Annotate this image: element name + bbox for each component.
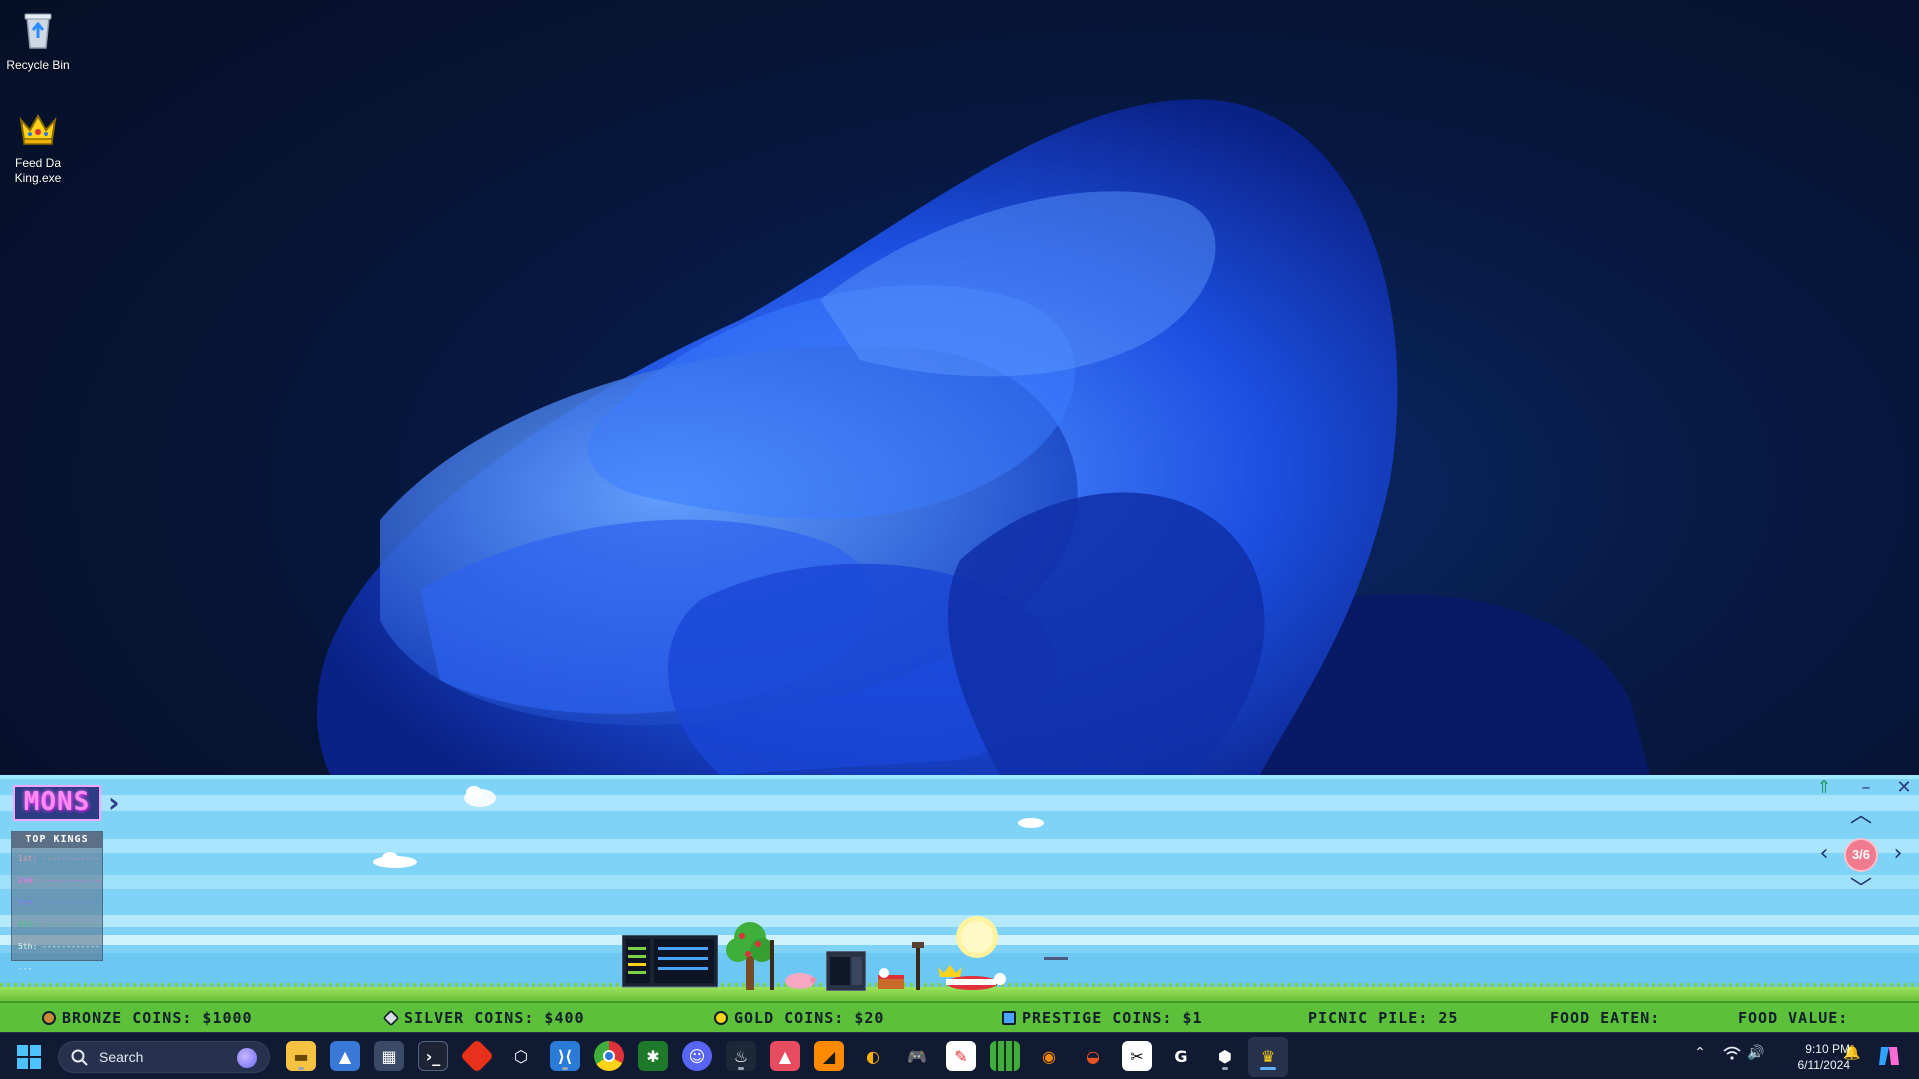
game-window-controls: ⇑ – ✕ (1799, 775, 1919, 805)
unity-icon[interactable]: ⬡ (506, 1041, 536, 1071)
leaderboard-row: 5th: --------------- (18, 942, 100, 973)
cloud-icon (464, 786, 496, 807)
prestige-coins-stat: PRESTIGE COINS: $1 (1002, 1008, 1203, 1028)
bronze-coins-stat: BRONZE COINS: $1000 (42, 1008, 253, 1028)
picnic-pile-stat: PICNIC PILE: 25 (1308, 1009, 1459, 1027)
prestige-coin-icon (1002, 1011, 1016, 1025)
g-app-icon[interactable]: G (1166, 1041, 1196, 1071)
photos-icon[interactable]: ▲ (330, 1041, 360, 1071)
chevron-left-icon[interactable]: ‹ (1812, 843, 1836, 867)
silver-coins-text: SILVER COINS: $400 (404, 1009, 585, 1027)
drawing-app-icon[interactable]: ▲ (770, 1041, 800, 1071)
steam-icon[interactable]: ♨ (726, 1041, 756, 1071)
feed-da-king-icon[interactable]: ♛ (1253, 1041, 1283, 1071)
game-window[interactable]: MONS › TOP KINGS 1st: --------------- 2n… (0, 775, 1919, 1032)
stats-board-icon[interactable] (622, 935, 718, 991)
sky-band (0, 839, 1919, 853)
feed-da-king-label: Feed Da King.exe (14, 156, 62, 185)
minimize-icon[interactable]: – (1855, 777, 1877, 799)
sublime-icon[interactable]: ◢ (814, 1041, 844, 1071)
xbox-icon[interactable]: ✱ (638, 1041, 668, 1071)
stats-bar: BRONZE COINS: $1000 SILVER COINS: $400 G… (0, 1001, 1919, 1032)
wifi-icon[interactable] (1722, 1045, 1742, 1067)
leaderboard-row: 1st: --------------- (18, 854, 100, 885)
leaderboard-row: 4th: --------------- (18, 920, 100, 951)
terminal-icon[interactable]: ›_ (418, 1041, 448, 1071)
lamp-post-icon (912, 942, 924, 990)
copilot-icon[interactable] (1876, 1045, 1902, 1067)
chevron-down-icon[interactable]: ﹀ (1849, 879, 1873, 903)
page-indicator-badge: 3/6 (1844, 838, 1878, 872)
chevron-up-icon[interactable]: ︿ (1849, 805, 1873, 829)
leaderboard-title: TOP KINGS (12, 832, 102, 848)
recycle-bin-label: Recycle Bin (6, 58, 70, 72)
search-icon (71, 1049, 88, 1066)
discord-icon[interactable]: ☺ (682, 1041, 712, 1071)
blender-icon[interactable]: ◉ (1034, 1041, 1064, 1071)
volume-icon[interactable]: 🔊 (1746, 1045, 1766, 1067)
recycle-bin-icon (16, 8, 60, 52)
paint-icon[interactable]: ✎ (946, 1041, 976, 1071)
game-window-border (0, 775, 1919, 779)
sky-band (0, 875, 1919, 889)
bird-icon (1044, 957, 1068, 960)
cloud-icon (373, 852, 417, 868)
top-kings-leaderboard: TOP KINGS 1st: --------------- 2nd: ----… (11, 831, 103, 973)
pen-tool-icon[interactable]: ◐ (858, 1041, 888, 1071)
silver-coin-icon (382, 1009, 400, 1027)
grid-app-icon[interactable] (990, 1041, 1020, 1071)
mons-logo[interactable]: MONS (13, 785, 101, 821)
unity-hub-icon[interactable]: ⬢ (1210, 1041, 1240, 1071)
gold-coins-text: GOLD COINS: $20 (734, 1009, 885, 1027)
desktop-icon-recycle-bin[interactable]: Recycle Bin (0, 8, 76, 73)
leaderboard-row: 2nd: --------------- (18, 876, 100, 907)
pig-icon[interactable] (782, 970, 818, 990)
taskbar: Search ▬ ▲ ▦ ›_ ⬡ ⟩⟨ ✱ ☺ ♨ ▲ ◢ ◐ 🎮 ✎ ◉ ◒… (0, 1032, 1919, 1079)
chevron-right-icon[interactable]: › (1886, 843, 1910, 867)
file-explorer-icon[interactable]: ▬ (286, 1041, 316, 1071)
sky-band (0, 795, 1919, 811)
food-value-stat: FOOD VALUE: (1738, 1009, 1849, 1027)
chevron-right-icon[interactable]: › (108, 789, 128, 817)
leaderboard-row: 3rd: --------------- (18, 898, 100, 929)
notification-bell-icon[interactable]: 🔔 (1842, 1045, 1862, 1067)
cloud-icon (1018, 818, 1044, 828)
search-highlight-icon (237, 1048, 257, 1068)
calculator-icon[interactable]: ▦ (374, 1041, 404, 1071)
clock-time: 9:10 PM (1805, 1042, 1850, 1056)
sun-icon (956, 916, 998, 958)
git-icon[interactable] (460, 1039, 494, 1073)
chrome-icon[interactable] (594, 1041, 624, 1071)
capcut-icon[interactable]: ✂ (1122, 1041, 1152, 1071)
apple-tree-icon[interactable] (724, 920, 780, 992)
pin-icon[interactable]: ⇑ (1813, 777, 1835, 799)
bronze-coins-text: BRONZE COINS: $1000 (62, 1009, 253, 1027)
clock-date: 6/11/2024 (1797, 1058, 1851, 1072)
ubuntu-icon[interactable]: ◒ (1078, 1041, 1108, 1071)
taskbar-search-box[interactable]: Search (58, 1041, 270, 1073)
controller-icon[interactable]: 🎮 (902, 1041, 932, 1071)
desktop-wallpaper (0, 0, 1919, 775)
vending-machine-icon[interactable] (826, 951, 866, 991)
search-placeholder: Search (99, 1049, 144, 1065)
gold-coin-icon (714, 1011, 728, 1025)
chevron-up-icon[interactable]: ⌃ (1690, 1045, 1710, 1067)
taskbar-clock[interactable]: 9:10 PM 6/11/2024 (1770, 1041, 1851, 1073)
desktop-icon-feed-da-king[interactable]: Feed Da King.exe (0, 106, 76, 186)
gold-coins-stat: GOLD COINS: $20 (714, 1008, 884, 1028)
silver-coins-stat: SILVER COINS: $400 (382, 1008, 585, 1028)
food-eaten-stat: FOOD EATEN: (1550, 1009, 1661, 1027)
bronze-coin-icon (42, 1011, 56, 1025)
windows-start-icon[interactable] (16, 1044, 42, 1070)
vscode-icon[interactable]: ⟩⟨ (550, 1041, 580, 1071)
close-icon[interactable]: ✕ (1893, 777, 1915, 799)
king-icon[interactable] (932, 959, 1012, 991)
picnic-basket-icon[interactable] (876, 965, 908, 991)
prestige-coins-text: PRESTIGE COINS: $1 (1022, 1009, 1203, 1027)
crown-icon (16, 106, 60, 150)
